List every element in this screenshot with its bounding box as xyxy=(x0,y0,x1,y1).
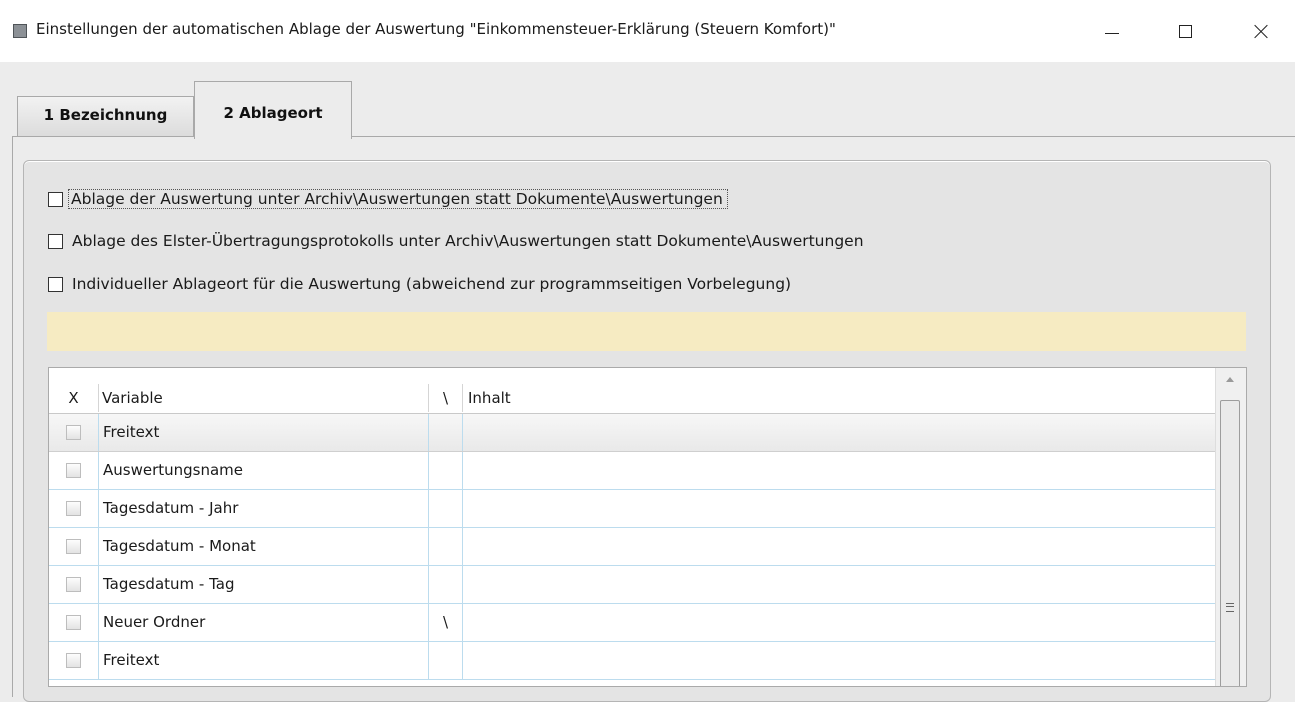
tab-ablageort[interactable]: 2 Ablageort xyxy=(194,81,352,139)
variable-cell[interactable]: Neuer Ordner xyxy=(99,604,429,641)
separator-cell[interactable] xyxy=(429,566,463,603)
table-header: X Variable \ Inhalt xyxy=(49,368,1215,414)
grip-icon xyxy=(1226,603,1234,612)
option-elster-protokoll[interactable]: Ablage des Elster-Übertragungsprotokolls… xyxy=(48,229,864,253)
table-row[interactable]: Freitext xyxy=(49,642,1215,680)
path-variables-table: X Variable \ Inhalt Freitext Auswertungs… xyxy=(48,367,1247,687)
variable-cell[interactable]: Tagesdatum - Jahr xyxy=(99,490,429,527)
scroll-up-arrow-icon[interactable] xyxy=(1226,377,1234,382)
separator-cell[interactable] xyxy=(429,490,463,527)
table-row[interactable]: Neuer Ordner \ xyxy=(49,604,1215,642)
variable-cell[interactable]: Tagesdatum - Monat xyxy=(99,528,429,565)
column-header-separator[interactable]: \ xyxy=(429,384,463,412)
option-individueller-ablageort[interactable]: Individueller Ablageort für die Auswertu… xyxy=(48,272,791,296)
row-check-cell xyxy=(49,642,99,679)
option-archiv-auswertung[interactable]: Ablage der Auswertung unter Archiv\Auswe… xyxy=(48,187,728,211)
close-button[interactable] xyxy=(1236,14,1282,48)
row-checkbox[interactable] xyxy=(66,577,81,592)
vertical-scrollbar[interactable] xyxy=(1215,368,1246,686)
checkbox-individueller-ablageort[interactable] xyxy=(48,276,63,292)
option-label: Ablage des Elster-Übertragungsprotokolls… xyxy=(72,232,864,250)
tab-bezeichnung[interactable]: 1 Bezeichnung xyxy=(17,96,194,136)
inhalt-cell[interactable] xyxy=(463,414,1215,451)
inhalt-cell[interactable] xyxy=(463,452,1215,489)
scrollbar-thumb[interactable] xyxy=(1220,400,1240,686)
row-checkbox[interactable] xyxy=(66,463,81,478)
row-check-cell xyxy=(49,528,99,565)
row-checkbox[interactable] xyxy=(66,539,81,554)
variable-cell[interactable]: Tagesdatum - Tag xyxy=(99,566,429,603)
inhalt-cell[interactable] xyxy=(463,604,1215,641)
separator-cell[interactable]: \ xyxy=(429,604,463,641)
maximize-button[interactable] xyxy=(1162,14,1208,48)
title-bar: Einstellungen der automatischen Ablage d… xyxy=(0,0,1295,62)
separator-cell[interactable] xyxy=(429,452,463,489)
option-label: Ablage der Auswertung unter Archiv\Auswe… xyxy=(68,189,728,209)
minimize-button[interactable] xyxy=(1088,14,1134,48)
variable-cell[interactable]: Auswertungsname xyxy=(99,452,429,489)
table-row[interactable]: Freitext xyxy=(49,414,1215,452)
table-row[interactable]: Tagesdatum - Jahr xyxy=(49,490,1215,528)
app-icon xyxy=(13,24,27,38)
option-label: Individueller Ablageort für die Auswertu… xyxy=(72,275,792,293)
inhalt-cell[interactable] xyxy=(463,528,1215,565)
column-header-x[interactable]: X xyxy=(49,384,99,412)
row-checkbox[interactable] xyxy=(66,615,81,630)
column-header-variable[interactable]: Variable xyxy=(99,384,429,412)
row-checkbox[interactable] xyxy=(66,501,81,516)
separator-cell[interactable] xyxy=(429,414,463,451)
row-check-cell xyxy=(49,566,99,603)
window-title: Einstellungen der automatischen Ablage d… xyxy=(36,20,836,38)
info-bar xyxy=(47,312,1246,351)
row-check-cell xyxy=(49,414,99,451)
variable-cell[interactable]: Freitext xyxy=(99,642,429,679)
checkbox-elster-protokoll[interactable] xyxy=(48,233,63,249)
column-header-inhalt[interactable]: Inhalt xyxy=(463,384,1215,412)
checkbox-archiv-auswertung[interactable] xyxy=(48,191,63,207)
separator-cell[interactable] xyxy=(429,528,463,565)
row-check-cell xyxy=(49,490,99,527)
table-row[interactable]: Tagesdatum - Tag xyxy=(49,566,1215,604)
row-checkbox[interactable] xyxy=(66,653,81,668)
row-check-cell xyxy=(49,604,99,641)
inhalt-cell[interactable] xyxy=(463,566,1215,603)
variable-cell[interactable]: Freitext xyxy=(99,414,429,451)
row-check-cell xyxy=(49,452,99,489)
table-row[interactable]: Auswertungsname xyxy=(49,452,1215,490)
row-checkbox[interactable] xyxy=(66,425,81,440)
inhalt-cell[interactable] xyxy=(463,490,1215,527)
inhalt-cell[interactable] xyxy=(463,642,1215,679)
table-row[interactable]: Tagesdatum - Monat xyxy=(49,528,1215,566)
separator-cell[interactable] xyxy=(429,642,463,679)
